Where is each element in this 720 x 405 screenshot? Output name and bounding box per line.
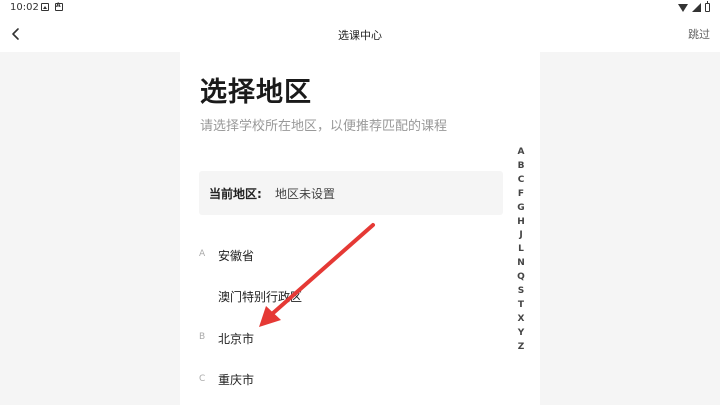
alpha-index-letter[interactable]: J: [519, 229, 522, 243]
list-item-macau[interactable]: 澳门特别行政区: [218, 288, 302, 305]
signal-icon: [692, 3, 701, 12]
list-section-letter-a: A: [199, 249, 206, 259]
alpha-index-letter[interactable]: Y: [518, 327, 525, 341]
alpha-index-letter[interactable]: N: [517, 257, 525, 271]
wifi-icon: [678, 3, 688, 12]
region-select-panel: 选择地区 请选择学校所在地区，以便推荐匹配的课程 当前地区: 地区未设置 A 安…: [180, 52, 540, 405]
status-bar: 10:02: [0, 0, 720, 18]
notification-icons: [41, 2, 63, 11]
alpha-index-letter[interactable]: S: [518, 285, 524, 299]
alpha-index-letter[interactable]: L: [518, 243, 524, 257]
alpha-index-letter[interactable]: Z: [518, 341, 525, 355]
alpha-index-letter[interactable]: G: [517, 202, 524, 216]
battery-icon: [705, 1, 710, 12]
list-item-anhui[interactable]: 安徽省: [218, 247, 254, 264]
header-bar: 选课中心 跳过: [0, 18, 720, 52]
alpha-index-letter[interactable]: Q: [517, 271, 525, 285]
system-icons: [678, 1, 710, 12]
alpha-index-letter[interactable]: F: [518, 188, 524, 202]
alpha-index-letter[interactable]: H: [517, 216, 525, 230]
alphabet-index: A B C F G H J L N Q S T X Y Z: [514, 146, 528, 355]
status-time: 10:02: [10, 2, 39, 13]
app-notification-icon: [55, 2, 63, 11]
alpha-index-letter[interactable]: A: [518, 146, 525, 160]
photo-notification-icon: [41, 3, 49, 11]
list-section-letter-c: C: [199, 374, 206, 384]
alpha-index-letter[interactable]: B: [518, 160, 525, 174]
region-list: A 安徽省 澳门特别行政区 B 北京市 C 重庆市: [180, 52, 510, 405]
list-item-chongqing[interactable]: 重庆市: [218, 371, 254, 388]
alpha-index-letter[interactable]: X: [518, 313, 525, 327]
header-title: 选课中心: [338, 29, 382, 42]
alpha-index-letter[interactable]: T: [518, 299, 524, 313]
list-section-letter-b: B: [199, 332, 206, 342]
alpha-index-letter[interactable]: C: [518, 174, 525, 188]
list-item-beijing[interactable]: 北京市: [218, 330, 254, 347]
skip-button[interactable]: 跳过: [688, 26, 710, 42]
